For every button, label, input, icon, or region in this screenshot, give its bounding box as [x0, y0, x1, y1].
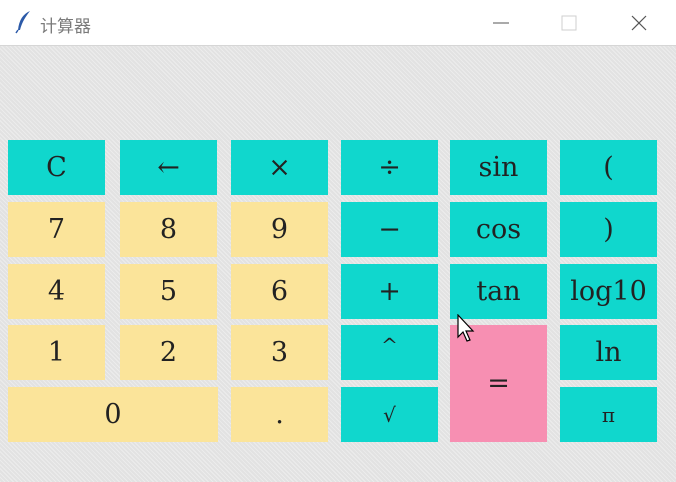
digit-9-button[interactable]: 9	[231, 202, 328, 257]
left-paren-button[interactable]: (	[560, 140, 657, 195]
minimize-button[interactable]	[478, 0, 524, 46]
equals-button[interactable]: =	[450, 325, 547, 442]
close-button[interactable]	[616, 0, 662, 46]
backspace-button[interactable]: ←	[120, 140, 217, 195]
divide-button[interactable]: ÷	[341, 140, 438, 195]
decimal-point-button[interactable]: .	[231, 387, 328, 442]
sqrt-button[interactable]: √	[341, 387, 438, 442]
digit-0-button[interactable]: 0	[8, 387, 218, 442]
digit-5-button[interactable]: 5	[120, 264, 217, 319]
digit-4-button[interactable]: 4	[8, 264, 105, 319]
minus-button[interactable]: −	[341, 202, 438, 257]
plus-button[interactable]: +	[341, 264, 438, 319]
right-paren-button[interactable]: )	[560, 202, 657, 257]
tan-button[interactable]: tan	[450, 264, 547, 319]
maximize-icon	[561, 15, 577, 31]
digit-6-button[interactable]: 6	[231, 264, 328, 319]
digit-3-button[interactable]: 3	[231, 325, 328, 380]
title-bar: 计算器	[0, 0, 676, 46]
digit-8-button[interactable]: 8	[120, 202, 217, 257]
digit-2-button[interactable]: 2	[120, 325, 217, 380]
log10-button[interactable]: log10	[560, 264, 657, 319]
maximize-button[interactable]	[546, 0, 592, 46]
power-button[interactable]: ^	[341, 325, 438, 380]
cos-button[interactable]: cos	[450, 202, 547, 257]
pi-button[interactable]: π	[560, 387, 657, 442]
close-icon	[631, 15, 647, 31]
ln-button[interactable]: ln	[560, 325, 657, 380]
calculator-body: C ← × ÷ sin ( 7 8 9 − cos ) 4 5 6 + tan …	[0, 46, 676, 482]
multiply-button[interactable]: ×	[231, 140, 328, 195]
minimize-icon	[493, 22, 509, 24]
sin-button[interactable]: sin	[450, 140, 547, 195]
feather-icon	[15, 11, 30, 34]
clear-button[interactable]: C	[8, 140, 105, 195]
digit-7-button[interactable]: 7	[8, 202, 105, 257]
digit-1-button[interactable]: 1	[8, 325, 105, 380]
window-title: 计算器	[40, 17, 91, 37]
